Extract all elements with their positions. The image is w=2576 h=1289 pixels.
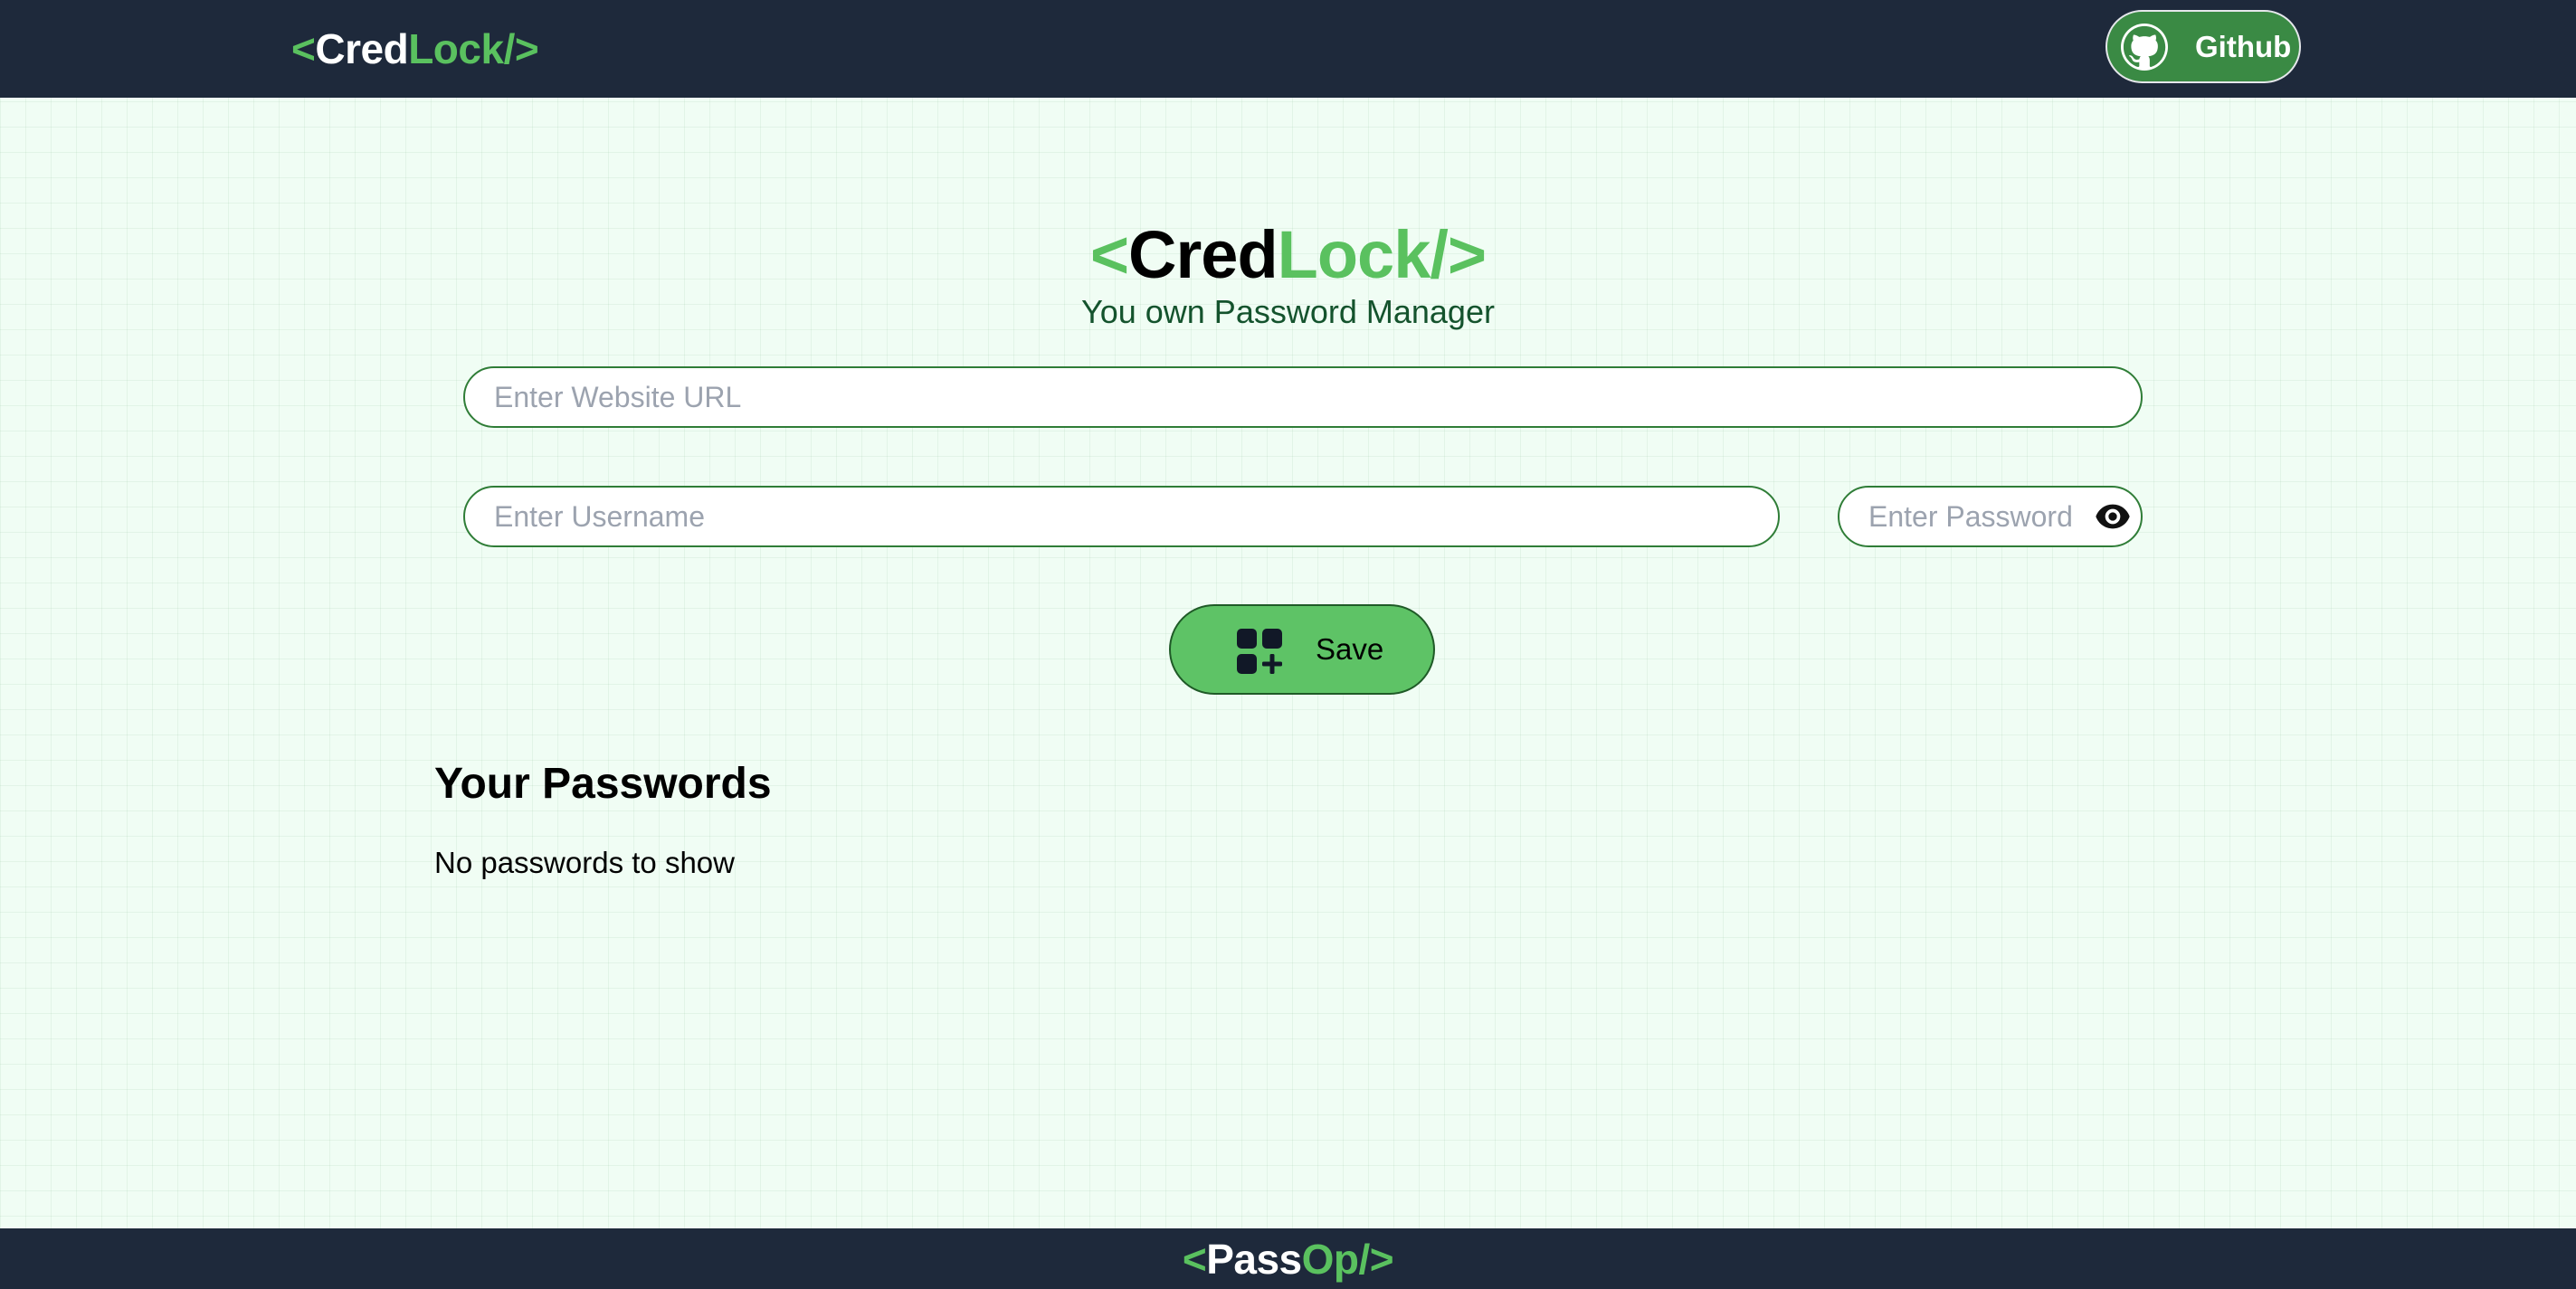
- logo-word-lock: Lock: [1277, 217, 1431, 292]
- add-grid-icon: [1237, 629, 1282, 674]
- save-label: Save: [1316, 632, 1384, 666]
- logo-word-op: Op: [1301, 1236, 1359, 1283]
- footer-logo: <PassOp/>: [0, 1232, 2576, 1286]
- empty-passwords-message: No passwords to show: [434, 846, 735, 879]
- your-passwords-heading: Your Passwords: [434, 760, 772, 808]
- github-label: Github: [2195, 30, 2292, 63]
- logo-open-bracket: <: [291, 25, 316, 72]
- github-button[interactable]: Github: [2105, 10, 2301, 83]
- website-url-input[interactable]: [463, 366, 2143, 428]
- logo-open-bracket: <: [1089, 217, 1129, 292]
- logo-open-bracket: <: [1182, 1236, 1207, 1283]
- username-input[interactable]: [463, 486, 1780, 547]
- tagline: You own Password Manager: [1081, 293, 1495, 330]
- logo-word-lock: Lock: [408, 25, 504, 72]
- navbar: <CredLock/> Github: [0, 0, 2576, 98]
- page-title-logo: <CredLock/>: [0, 212, 2576, 299]
- logo-close-bracket: />: [1430, 217, 1487, 292]
- save-button[interactable]: Save: [1169, 604, 1435, 695]
- logo-close-bracket: />: [503, 25, 539, 72]
- navbar-logo[interactable]: <CredLock/>: [291, 20, 539, 78]
- footer: <PassOp/>: [0, 1228, 2576, 1289]
- password-field: [1838, 486, 2143, 547]
- eye-icon[interactable]: [2095, 502, 2131, 531]
- github-icon: [2121, 24, 2168, 71]
- logo-word-pass: Pass: [1206, 1236, 1302, 1283]
- logo-word-cred: Cred: [315, 25, 409, 72]
- logo-word-cred: Cred: [1128, 217, 1278, 292]
- logo-close-bracket: />: [1358, 1236, 1394, 1283]
